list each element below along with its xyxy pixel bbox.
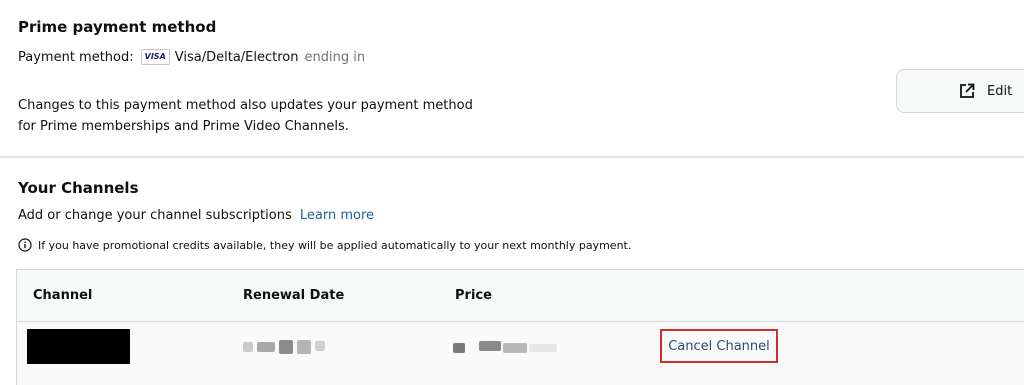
card-ending-text: ending in (304, 49, 366, 65)
channel-name-redacted (27, 329, 130, 364)
header-channel: Channel (33, 288, 93, 303)
payment-method-label: Payment method: (18, 49, 134, 65)
header-price: Price (455, 288, 492, 303)
channels-table: Channel Renewal Date Price Cancel Channe… (16, 269, 1024, 385)
header-renewal-date: Renewal Date (243, 288, 345, 303)
prime-payment-title: Prime payment method (18, 18, 217, 36)
payment-method-line: Payment method: VISA Visa/Delta/Electron… (18, 49, 365, 65)
visa-card-icon: VISA (140, 49, 170, 65)
section-divider (0, 156, 1024, 158)
promo-notice: If you have promotional credits availabl… (18, 238, 631, 252)
page: Prime payment method Payment method: VIS… (0, 0, 1024, 385)
table-header: Channel Renewal Date Price (17, 270, 1024, 322)
channels-subtitle: Add or change your channel subscriptions (18, 208, 292, 223)
cancel-channel-link[interactable]: Cancel Channel (668, 339, 770, 354)
payment-note: Changes to this payment method also upda… (18, 95, 538, 137)
cancel-channel-highlight: Cancel Channel (660, 329, 778, 363)
payment-note-line2: for Prime memberships and Prime Video Ch… (18, 119, 349, 134)
channels-title: Your Channels (18, 179, 139, 197)
external-link-icon (960, 83, 975, 98)
promo-text: If you have promotional credits availabl… (38, 238, 632, 252)
edit-payment-button[interactable]: Edit (896, 69, 1024, 113)
card-type: Visa/Delta/Electron (174, 49, 299, 65)
payment-note-line1: Changes to this payment method also upda… (18, 98, 473, 113)
info-icon (18, 238, 32, 252)
table-row: Cancel Channel (17, 322, 1024, 385)
channels-subtitle-line: Add or change your channel subscriptions… (18, 208, 374, 223)
learn-more-link[interactable]: Learn more (300, 208, 374, 223)
edit-button-label: Edit (987, 83, 1013, 99)
